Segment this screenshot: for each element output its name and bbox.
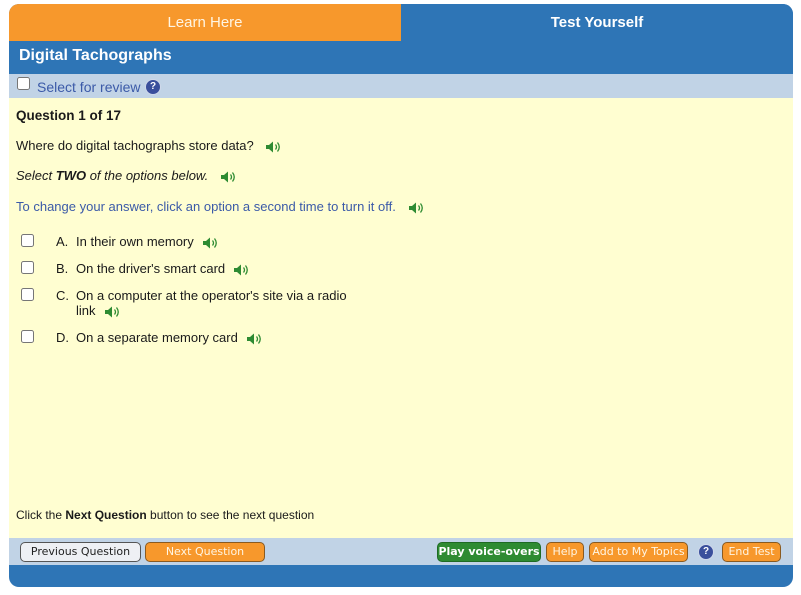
hint-bold: Next Question bbox=[65, 508, 147, 522]
help-icon[interactable]: ? bbox=[145, 79, 161, 95]
change-answer-hint: To change your answer, click an option a… bbox=[16, 199, 426, 215]
question-text-label: Where do digital tachographs store data? bbox=[16, 138, 254, 153]
option-letter: A. bbox=[56, 234, 69, 249]
select-for-review-label[interactable]: Select for review bbox=[37, 79, 140, 95]
speaker-icon[interactable] bbox=[220, 170, 238, 184]
next-question-button[interactable]: Next Question bbox=[145, 542, 265, 562]
next-question-hint: Click the Next Question button to see th… bbox=[16, 508, 314, 522]
footer-toolbar: Previous Question Next Question Play voi… bbox=[9, 538, 793, 565]
end-test-button[interactable]: End Test bbox=[722, 542, 781, 562]
option-text[interactable]: In their own memory bbox=[76, 234, 376, 250]
previous-question-button[interactable]: Previous Question bbox=[20, 542, 141, 562]
title-bar: Digital Tachographs bbox=[9, 41, 793, 74]
instruction-suffix: of the options below. bbox=[86, 168, 209, 183]
instruction-count: TWO bbox=[55, 168, 87, 183]
add-to-my-topics-button[interactable]: Add to My Topics bbox=[589, 542, 688, 562]
review-bar: Select for review ? bbox=[9, 74, 793, 98]
speaker-icon[interactable] bbox=[202, 236, 220, 250]
speaker-icon[interactable] bbox=[408, 201, 426, 215]
play-voice-overs-button[interactable]: Play voice-overs bbox=[437, 542, 541, 562]
change-answer-text: To change your answer, click an option a… bbox=[16, 199, 396, 214]
speaker-icon[interactable] bbox=[265, 140, 283, 154]
question-instruction: Select TWO of the options below. bbox=[16, 168, 238, 184]
question-text: Where do digital tachographs store data? bbox=[16, 138, 283, 154]
option-a-checkbox[interactable] bbox=[21, 234, 34, 247]
instruction-prefix: Select bbox=[16, 168, 56, 183]
option-text[interactable]: On the driver's smart card bbox=[76, 261, 376, 277]
option-text[interactable]: On a separate memory card bbox=[76, 330, 376, 346]
speaker-icon[interactable] bbox=[104, 305, 122, 319]
tab-learn-here[interactable]: Learn Here bbox=[9, 4, 401, 41]
option-d-checkbox[interactable] bbox=[21, 330, 34, 343]
hint-suffix: button to see the next question bbox=[146, 508, 315, 522]
option-b-checkbox[interactable] bbox=[21, 261, 34, 274]
help-icon[interactable]: ? bbox=[698, 544, 714, 560]
help-button[interactable]: Help bbox=[546, 542, 584, 562]
quiz-window: Learn Here Test Yourself Digital Tachogr… bbox=[9, 4, 793, 587]
select-for-review-checkbox[interactable] bbox=[17, 77, 30, 90]
speaker-icon[interactable] bbox=[233, 263, 251, 277]
tab-bar: Learn Here Test Yourself bbox=[9, 4, 793, 41]
hint-prefix: Click the bbox=[16, 508, 66, 522]
option-letter: D. bbox=[56, 330, 69, 345]
question-panel: Question 1 of 17 Where do digital tachog… bbox=[9, 98, 793, 538]
option-letter: C. bbox=[56, 288, 69, 303]
option-text[interactable]: On a computer at the operator's site via… bbox=[76, 288, 361, 319]
page-title: Digital Tachographs bbox=[19, 47, 172, 64]
option-letter: B. bbox=[56, 261, 69, 276]
question-number: Question 1 of 17 bbox=[16, 108, 122, 123]
speaker-icon[interactable] bbox=[246, 332, 264, 346]
option-c-checkbox[interactable] bbox=[21, 288, 34, 301]
tab-test-yourself[interactable]: Test Yourself bbox=[401, 4, 793, 41]
